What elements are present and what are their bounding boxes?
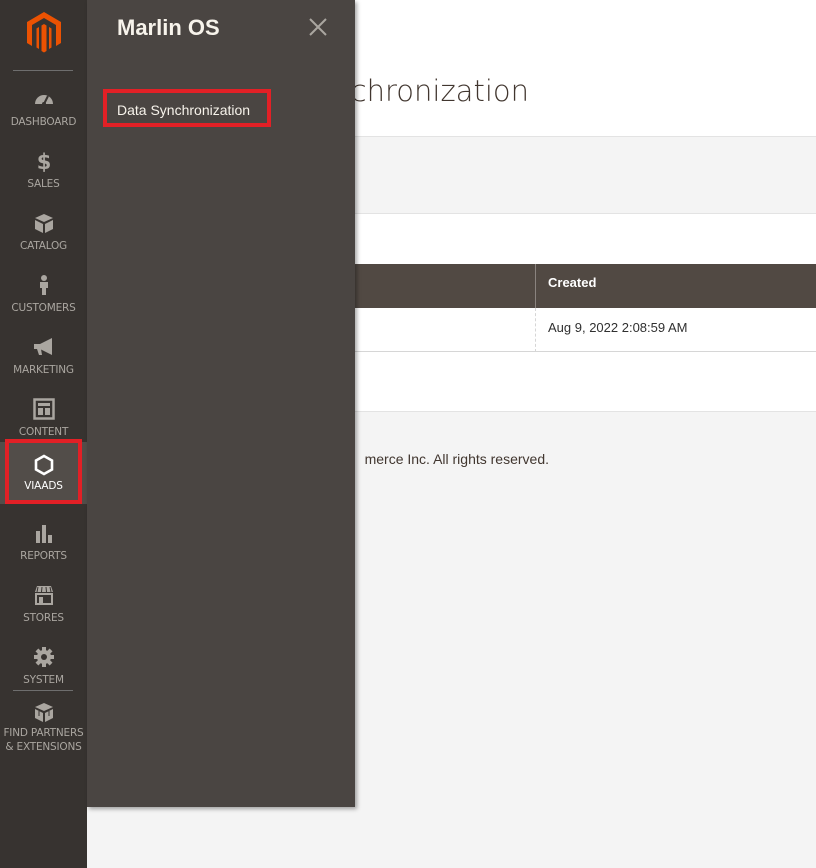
layout-icon <box>33 398 55 420</box>
column-divider <box>535 264 536 308</box>
submenu-item-data-synchronization[interactable]: Data Synchronization <box>103 89 271 127</box>
nav-label: VIAADS <box>24 480 63 492</box>
nav-item-marketing[interactable]: MARKETING <box>0 326 87 388</box>
megaphone-icon <box>34 338 52 355</box>
bar-chart-icon <box>36 525 52 543</box>
grid-header: Created <box>355 264 816 308</box>
nav-item-viaads[interactable]: VIAADS <box>0 442 87 504</box>
nav-label: FIND PARTNERS & EXTENSIONS <box>3 727 84 753</box>
box-icon <box>35 214 53 233</box>
nav-label: REPORTS <box>20 550 67 562</box>
table-row[interactable]: Aug 9, 2022 2:08:59 AM <box>355 308 816 352</box>
submenu-title: Marlin OS <box>117 15 220 40</box>
nav-item-customers[interactable]: CUSTOMERS <box>0 264 87 326</box>
nav-label: STORES <box>23 612 64 624</box>
person-icon <box>40 275 48 295</box>
nav-item-find-partners[interactable]: FIND PARTNERS & EXTENSIONS <box>0 698 87 778</box>
blocks-icon <box>35 703 53 722</box>
cell-created: Aug 9, 2022 2:08:59 AM <box>548 320 688 335</box>
viaads-submenu: Marlin OS Data Synchronization <box>87 0 355 807</box>
nav-item-catalog[interactable]: CATALOG <box>0 202 87 264</box>
admin-sidebar: DASHBOARD $ SALES CATALOG CUSTOMERS MARK… <box>0 0 87 868</box>
close-icon[interactable] <box>305 14 331 40</box>
nav-divider <box>13 690 73 691</box>
nav-item-content[interactable]: CONTENT <box>0 388 87 450</box>
magento-logo-icon[interactable] <box>24 10 64 54</box>
gear-icon <box>34 647 54 667</box>
column-divider <box>535 308 536 352</box>
nav-label: SYSTEM <box>23 674 64 686</box>
nav-label: CONTENT <box>18 426 69 438</box>
nav-item-reports[interactable]: REPORTS <box>0 512 87 574</box>
dashboard-icon <box>35 95 53 106</box>
nav-item-stores[interactable]: STORES <box>0 574 87 636</box>
column-header-created[interactable]: Created <box>548 275 596 290</box>
nav-item-dashboard[interactable]: DASHBOARD <box>0 78 87 140</box>
nav-label: CUSTOMERS <box>11 302 76 314</box>
nav-item-sales[interactable]: $ SALES <box>0 140 87 202</box>
nav-label: CATALOG <box>20 240 67 252</box>
storefront-icon <box>35 586 53 605</box>
nav-label: MARKETING <box>13 364 74 376</box>
dollar-icon: $ <box>37 150 52 172</box>
submenu-item-label: Data Synchronization <box>117 102 251 118</box>
svg-text:$: $ <box>37 150 52 172</box>
hexagon-icon <box>34 454 54 476</box>
nav-label: DASHBOARD <box>10 116 77 128</box>
nav-item-system[interactable]: SYSTEM <box>0 636 87 698</box>
nav-label: SALES <box>27 178 60 190</box>
nav-divider <box>13 70 73 71</box>
